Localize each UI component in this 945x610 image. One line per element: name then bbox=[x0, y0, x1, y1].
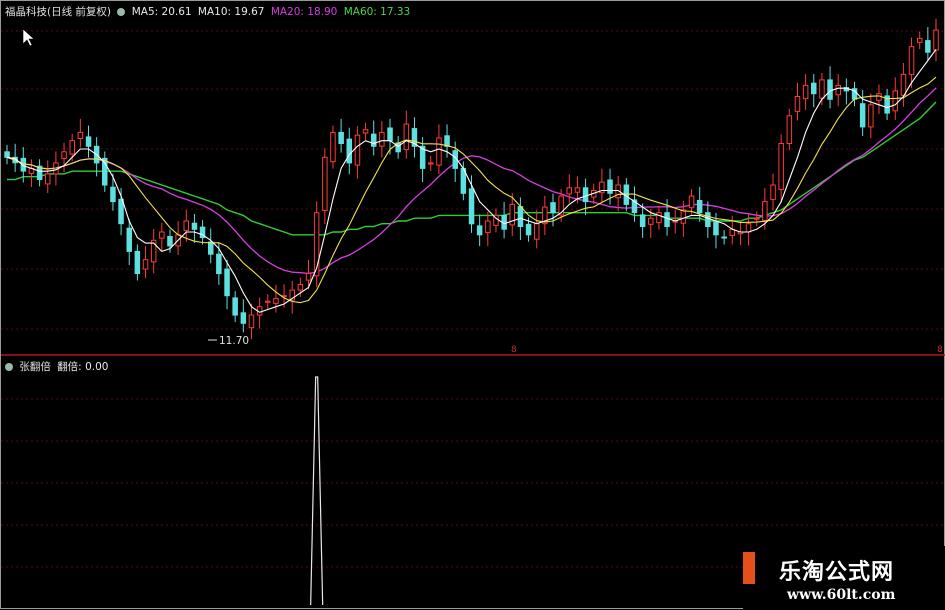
candle-body bbox=[61, 151, 67, 159]
marker-right: 8 bbox=[937, 345, 943, 355]
mouse-pointer-icon bbox=[22, 28, 35, 47]
sub-panel-title[interactable]: 张翻倍 bbox=[19, 361, 51, 373]
candle-body bbox=[183, 220, 189, 231]
candle-body bbox=[273, 297, 279, 304]
candle-body bbox=[680, 209, 687, 224]
candle-body bbox=[713, 221, 719, 236]
candle-body bbox=[379, 131, 385, 147]
candle-body bbox=[322, 156, 328, 211]
sub-chart-header: 张翻倍 翻倍: 0.00 bbox=[5, 359, 111, 375]
candle-body bbox=[240, 312, 247, 324]
candle-body bbox=[134, 250, 141, 274]
candle-body bbox=[754, 217, 760, 220]
watermark: 乐淘公式网 www.60lt.com bbox=[743, 546, 945, 610]
candle-body bbox=[868, 104, 874, 128]
candle-body bbox=[566, 187, 572, 195]
candle-body bbox=[827, 79, 833, 100]
candle-body bbox=[900, 73, 907, 96]
candle-body bbox=[126, 227, 132, 252]
candle-body bbox=[428, 162, 434, 165]
candle-body bbox=[688, 195, 695, 209]
candle-body bbox=[69, 140, 75, 155]
watermark-title: 乐淘公式网 bbox=[779, 559, 895, 585]
candle-body bbox=[802, 84, 809, 100]
candle-body bbox=[582, 187, 589, 203]
candle-body bbox=[925, 40, 931, 53]
candle-body bbox=[224, 268, 230, 297]
candle-body bbox=[770, 184, 776, 200]
watermark-url: www.60lt.com bbox=[787, 587, 896, 603]
candle-body bbox=[118, 198, 124, 225]
low-price-label: 11.70 bbox=[219, 335, 249, 347]
candle-body bbox=[346, 138, 352, 164]
candle-body bbox=[297, 284, 304, 291]
candle-body bbox=[354, 134, 361, 166]
candle-body bbox=[4, 151, 10, 158]
candle-body bbox=[362, 129, 369, 134]
candle-body bbox=[656, 212, 662, 224]
candle-body bbox=[892, 90, 898, 112]
candle-body bbox=[208, 241, 214, 255]
candle-body bbox=[705, 212, 711, 227]
candle-body bbox=[550, 202, 556, 214]
candle-body bbox=[794, 96, 801, 112]
candlestick-chart[interactable]: 11.70 8 8 bbox=[1, 1, 945, 610]
candle-body bbox=[859, 103, 866, 128]
candle-body bbox=[159, 231, 165, 239]
candle-body bbox=[664, 212, 670, 227]
candle-body bbox=[811, 82, 817, 95]
candle-body bbox=[305, 273, 312, 281]
candle-body bbox=[908, 46, 915, 75]
candle-body bbox=[232, 297, 238, 316]
marker-mid: 8 bbox=[511, 345, 517, 355]
candle-body bbox=[216, 253, 222, 275]
candle-body bbox=[142, 259, 149, 270]
candle-body bbox=[371, 133, 377, 147]
candle-body bbox=[574, 187, 581, 193]
candle-body bbox=[696, 200, 703, 214]
candle-body bbox=[444, 135, 450, 147]
candle-body bbox=[330, 131, 336, 163]
candle-body bbox=[745, 223, 752, 233]
candle-body bbox=[85, 136, 92, 147]
candle-body bbox=[485, 220, 491, 234]
settings-dot-icon[interactable] bbox=[5, 363, 13, 371]
candle-body bbox=[933, 29, 939, 51]
candle-body bbox=[167, 236, 173, 247]
candle-body bbox=[607, 179, 613, 194]
candle-body bbox=[639, 214, 646, 227]
chart-window: 福晶科技(日线 前复权) MA5: 20.61 MA10: 19.67 MA20… bbox=[0, 0, 945, 610]
watermark-badge-icon bbox=[743, 552, 755, 584]
candle-body bbox=[835, 84, 841, 96]
candle-body bbox=[265, 300, 271, 303]
candle-body bbox=[110, 186, 116, 203]
candle-body bbox=[403, 123, 410, 151]
candle-body bbox=[436, 137, 442, 166]
sub-panel-value: 翻倍: 0.00 bbox=[57, 361, 109, 373]
candle-body bbox=[77, 131, 84, 139]
candle-body bbox=[525, 223, 532, 236]
candle-body bbox=[191, 222, 198, 230]
spike-line bbox=[310, 376, 324, 606]
candle-body bbox=[648, 217, 654, 225]
candle-body bbox=[917, 37, 923, 43]
candle-body bbox=[778, 143, 784, 190]
candle-body bbox=[338, 131, 344, 144]
candle-body bbox=[476, 225, 483, 236]
candle-body bbox=[721, 236, 727, 239]
candle-body bbox=[762, 201, 768, 221]
candle-body bbox=[517, 206, 524, 228]
candle-body bbox=[819, 79, 825, 99]
candle-body bbox=[786, 115, 793, 145]
candle-body bbox=[468, 188, 475, 225]
candle-body bbox=[45, 173, 51, 185]
candle-body bbox=[534, 223, 540, 240]
candle-body bbox=[248, 314, 255, 329]
candle-body bbox=[387, 127, 393, 142]
